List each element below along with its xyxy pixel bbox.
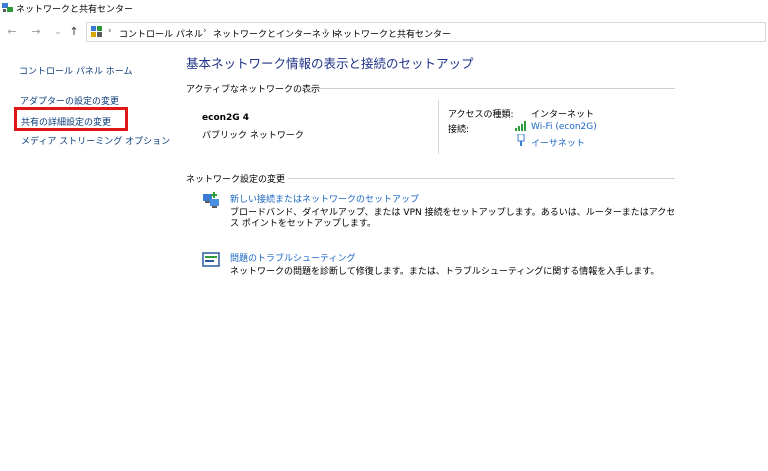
- breadcrumb-network-sharing-center[interactable]: ネットワークと共有センター: [334, 27, 451, 40]
- section-divider: [305, 88, 675, 89]
- sidebar-item-adapter-settings[interactable]: アダプターの設定の変更: [20, 94, 119, 107]
- breadcrumb-separator: ›: [324, 26, 328, 36]
- connections-label: 接続:: [448, 125, 470, 135]
- troubleshoot-link[interactable]: 問題のトラブルシューティング: [230, 251, 355, 264]
- breadcrumb-separator: ›: [203, 26, 207, 36]
- access-type-value: インターネット: [531, 110, 595, 120]
- new-connection-icon: [203, 192, 219, 208]
- recent-dropdown-icon[interactable]: ⌄: [51, 25, 65, 39]
- address-box[interactable]: › コントロール パネル › ネットワークとインターネット › ネットワークと共…: [86, 22, 766, 42]
- up-arrow-icon[interactable]: ↑: [67, 25, 81, 39]
- breadcrumb-control-panel[interactable]: コントロール パネル: [119, 27, 203, 40]
- section-divider: [288, 178, 675, 179]
- breadcrumb-network-internet[interactable]: ネットワークとインターネット: [213, 27, 339, 40]
- network-category: パブリック ネットワーク: [202, 131, 304, 141]
- ethernet-icon: [517, 134, 525, 146]
- active-networks-header: アクティブなネットワークの表示: [186, 85, 321, 95]
- title-bar: ネットワークと共有センター: [0, 0, 768, 16]
- forward-arrow-icon[interactable]: →: [29, 25, 43, 39]
- control-panel-icon: [91, 26, 102, 37]
- wifi-signal-icon: [515, 121, 526, 131]
- new-connection-description: ブロードバンド、ダイヤルアップ、または VPN 接続をセットアップします。あるい…: [230, 208, 676, 229]
- troubleshoot-icon: [202, 252, 220, 267]
- window-title: ネットワークと共有センター: [16, 5, 134, 15]
- network-name: econ2G 4: [202, 113, 250, 123]
- address-bar: ← → ⌄ ↑ › コントロール パネル › ネットワークとインターネット › …: [0, 21, 768, 45]
- ethernet-connection-link[interactable]: イーサネット: [531, 136, 585, 149]
- back-arrow-icon[interactable]: ←: [5, 25, 19, 39]
- page-title: 基本ネットワーク情報の表示と接続のセットアップ: [186, 56, 474, 71]
- access-type-label: アクセスの種類:: [448, 110, 514, 120]
- sidebar-home-link[interactable]: コントロール パネル ホーム: [19, 64, 132, 77]
- highlight-box: [14, 107, 128, 131]
- change-settings-header: ネットワーク設定の変更: [186, 175, 286, 185]
- column-divider: [438, 100, 439, 154]
- breadcrumb-separator: ›: [108, 26, 112, 36]
- new-connection-link[interactable]: 新しい接続またはネットワークのセットアップ: [230, 192, 419, 205]
- sidebar-item-media-streaming[interactable]: メディア ストリーミング オプション: [21, 134, 170, 147]
- network-center-icon: [2, 3, 13, 12]
- wifi-connection-link[interactable]: Wi-Fi (econ2G): [531, 122, 597, 132]
- troubleshoot-description: ネットワークの問題を診断して修復します。または、トラブルシューティングに関する情…: [230, 267, 660, 277]
